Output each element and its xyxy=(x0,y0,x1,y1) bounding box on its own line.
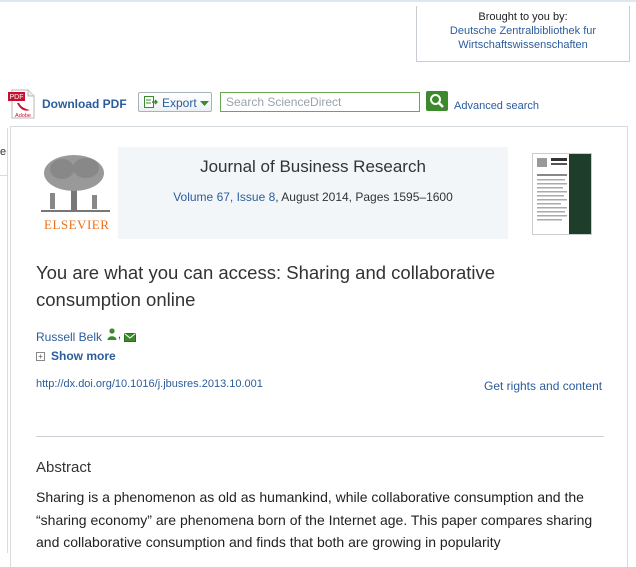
publisher-wordmark: ELSEVIER xyxy=(44,217,110,232)
article-toolbar: PDF Adobe Download PDF Export Advanced s… xyxy=(0,88,636,122)
author-separator: , xyxy=(118,329,122,341)
export-icon xyxy=(144,96,158,111)
elsevier-logo[interactable]: ELSEVIER xyxy=(36,153,116,233)
abstract-heading: Abstract xyxy=(36,459,92,476)
get-rights-link[interactable]: Get rights and content xyxy=(484,379,602,393)
export-label: Export xyxy=(162,96,197,110)
article-title: You are what you can access: Sharing and… xyxy=(36,262,496,310)
journal-cover-thumbnail[interactable] xyxy=(532,153,592,235)
search-icon xyxy=(430,94,444,108)
mail-icon[interactable] xyxy=(124,329,136,347)
chevron-down-icon xyxy=(200,97,209,111)
download-pdf-link[interactable]: Download PDF xyxy=(42,97,127,111)
doi-link[interactable]: http://dx.doi.org/10.1016/j.jbusres.2013… xyxy=(36,378,263,390)
advanced-search-link[interactable]: Advanced search xyxy=(454,100,539,112)
journal-info: Journal of Business Research Volume 67, … xyxy=(118,147,508,239)
svg-text:Adobe: Adobe xyxy=(15,113,31,119)
top-border xyxy=(0,0,636,2)
author-link[interactable]: Russell Belk xyxy=(36,330,102,344)
pdf-file-icon[interactable]: PDF Adobe xyxy=(8,88,38,120)
left-panel-edge xyxy=(0,128,8,553)
svg-text:PDF: PDF xyxy=(10,94,24,101)
left-panel-fragment: e xyxy=(0,146,7,158)
institution-link-line2[interactable]: Wirtschaftswissenschaften xyxy=(417,38,629,52)
brought-to-you-label: Brought to you by: xyxy=(478,11,568,23)
institution-banner: Brought to you by: Deutsche Zentralbibli… xyxy=(416,6,630,62)
institution-link-line1[interactable]: Deutsche Zentralbibliothek fur xyxy=(417,24,629,38)
person-icon[interactable] xyxy=(107,327,117,345)
volume-issue-link[interactable]: Volume 67, Issue 8 xyxy=(173,190,275,204)
journal-title[interactable]: Journal of Business Research xyxy=(118,157,508,177)
search-button[interactable] xyxy=(426,91,448,111)
left-panel-divider xyxy=(0,175,7,176)
abstract-text: Sharing is a phenomenon as old as humank… xyxy=(36,489,593,550)
journal-banner: ELSEVIER Journal of Business Research Vo… xyxy=(36,147,606,239)
plus-icon[interactable]: + xyxy=(36,352,45,361)
export-button[interactable]: Export xyxy=(138,92,212,112)
date-pages: , August 2014, Pages 1595–1600 xyxy=(275,190,453,204)
volume-line: Volume 67, Issue 8, August 2014, Pages 1… xyxy=(118,190,508,204)
search-input[interactable] xyxy=(220,92,420,112)
show-more-link[interactable]: Show more xyxy=(51,349,116,363)
section-divider xyxy=(36,436,604,437)
